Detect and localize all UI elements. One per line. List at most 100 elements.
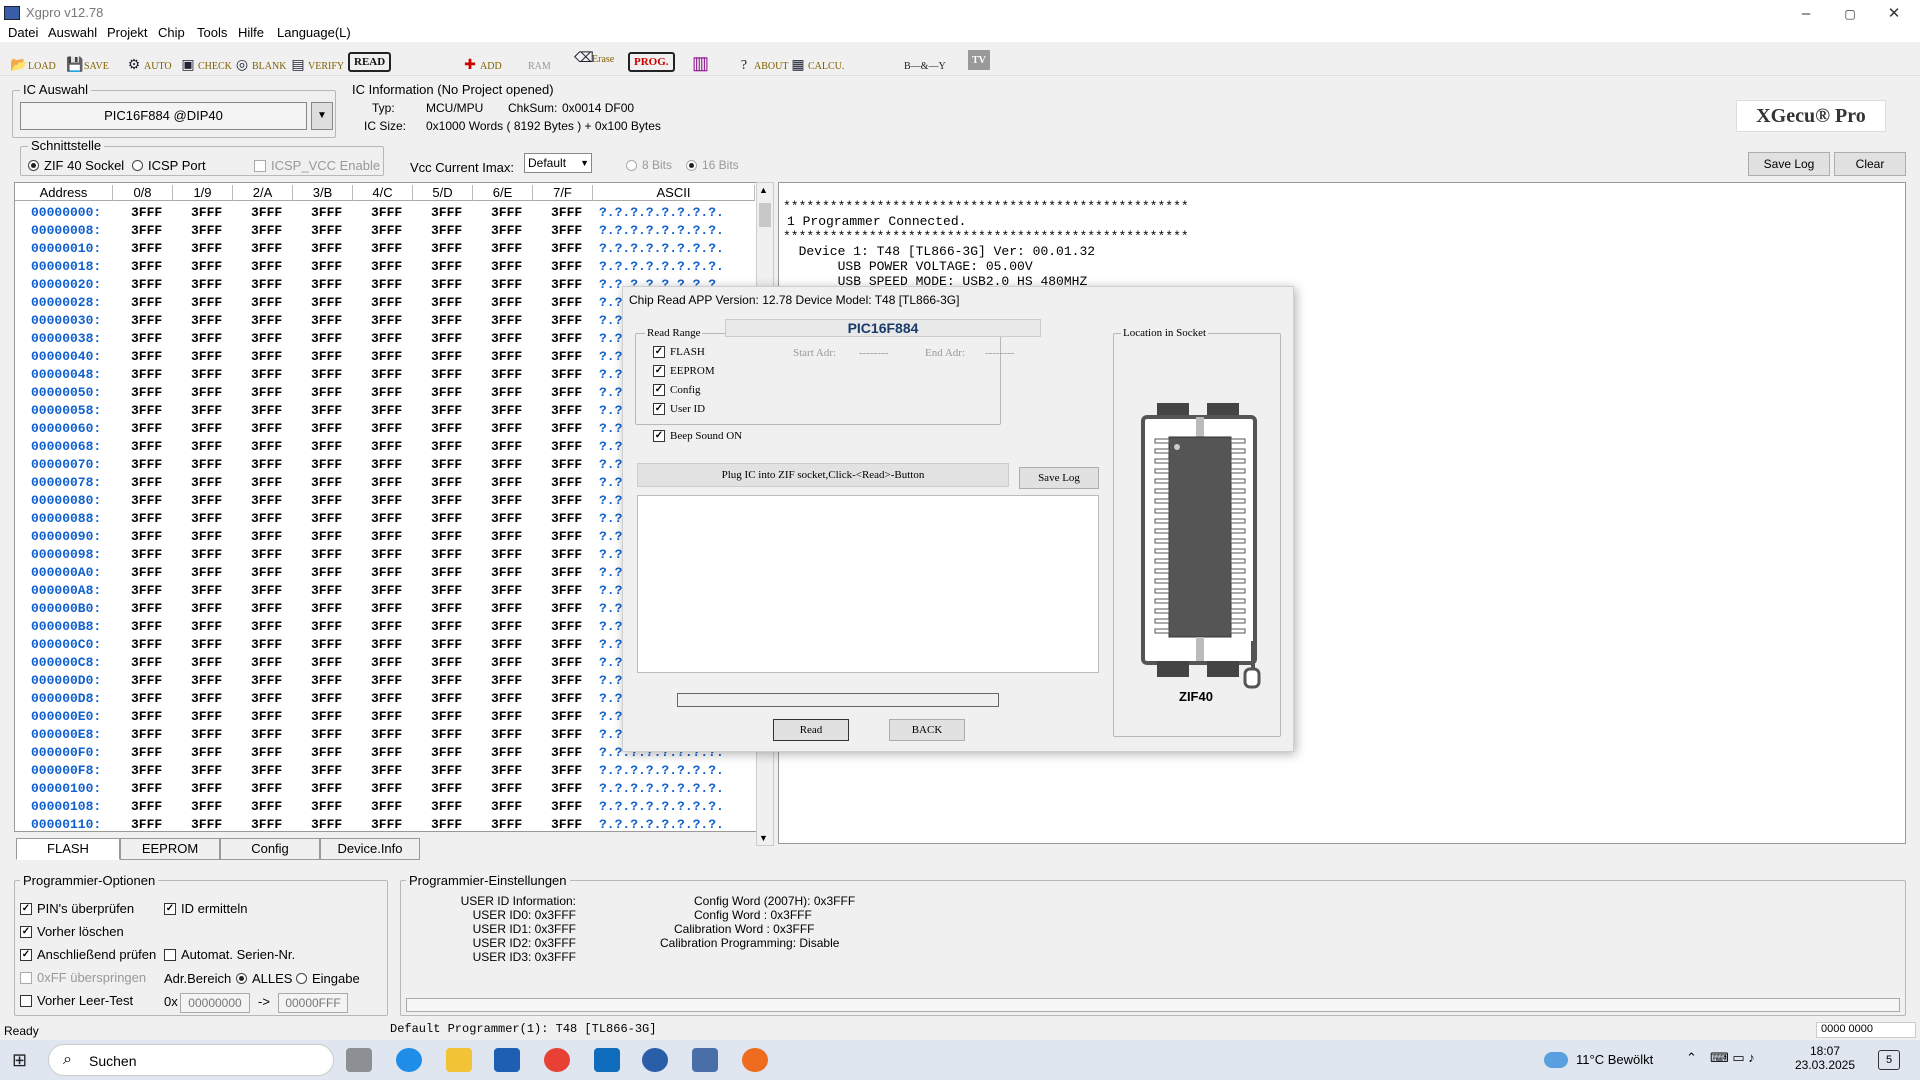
hex-cell[interactable]: 3FFF xyxy=(251,349,282,364)
hex-cell[interactable]: 3FFF xyxy=(191,331,222,346)
ic-select-dropdown[interactable]: ▼ xyxy=(311,102,333,130)
clock[interactable]: 18:07 23.03.2025 xyxy=(1790,1044,1860,1072)
hex-cell[interactable]: 3FFF xyxy=(131,421,162,436)
hex-cell[interactable]: 3FFF xyxy=(371,529,402,544)
hex-cell[interactable]: 3FFF xyxy=(431,421,462,436)
table-row[interactable]: 00000000: 3FFF 3FFF 3FFF 3FFF 3FFF 3FFF 3FFF 3FF… xyxy=(15,203,755,221)
hex-cell[interactable]: 3FFF xyxy=(491,601,522,616)
hex-cell[interactable]: 3FFF xyxy=(371,817,402,831)
hex-cell[interactable]: 3FFF xyxy=(431,493,462,508)
hex-cell[interactable]: 3FFF xyxy=(191,673,222,688)
hex-cell[interactable]: 3FFF xyxy=(311,367,342,382)
hex-cell[interactable]: 3FFF xyxy=(431,205,462,220)
read-button[interactable]: READ xyxy=(348,52,392,72)
hex-cell[interactable]: 3FFF xyxy=(491,403,522,418)
hex-cell[interactable]: 3FFF xyxy=(251,583,282,598)
dialog-save-log-button[interactable]: Save Log xyxy=(1019,467,1099,489)
save-button[interactable]: 💾 SAVE xyxy=(66,53,109,79)
hex-cell[interactable]: 3FFF xyxy=(191,727,222,742)
hex-cell[interactable]: 3FFF xyxy=(251,421,282,436)
menu-auswahl[interactable]: Auswahl xyxy=(48,25,97,40)
hex-cell[interactable]: 3FFF xyxy=(191,295,222,310)
hex-cell[interactable]: 3FFF xyxy=(371,547,402,562)
chip-button[interactable]: ▥ xyxy=(692,50,710,76)
hex-cell[interactable]: 3FFF xyxy=(251,475,282,490)
hex-cell[interactable]: 3FFF xyxy=(131,799,162,814)
hex-cell[interactable]: 3FFF xyxy=(191,277,222,292)
userid-checkbox[interactable]: ✓ User ID xyxy=(653,403,705,415)
hex-cell[interactable]: 3FFF xyxy=(191,421,222,436)
hex-cell[interactable]: 3FFF xyxy=(251,799,282,814)
hex-cell[interactable]: 3FFF xyxy=(131,511,162,526)
hex-cell[interactable]: 3FFF xyxy=(371,259,402,274)
hex-cell[interactable]: 3FFF xyxy=(491,637,522,652)
hex-cell[interactable]: 3FFF xyxy=(431,367,462,382)
hex-cell[interactable]: 3FFF xyxy=(131,331,162,346)
hex-cell[interactable]: 3FFF xyxy=(251,547,282,562)
menu-projekt[interactable]: Projekt xyxy=(107,25,147,40)
hex-cell[interactable]: 3FFF xyxy=(431,259,462,274)
hex-cell[interactable]: 3FFF xyxy=(491,565,522,580)
hex-cell[interactable]: 3FFF xyxy=(431,619,462,634)
hex-cell[interactable]: 3FFF xyxy=(191,745,222,760)
tab-config[interactable]: Config xyxy=(220,838,320,860)
eeprom-checkbox[interactable]: ✓ EEPROM xyxy=(653,365,715,377)
hex-cell[interactable]: 3FFF xyxy=(551,223,582,238)
app-orange-icon[interactable] xyxy=(742,1048,768,1072)
id-checkbox[interactable]: ✓ ID ermitteln xyxy=(164,901,247,916)
hex-cell[interactable]: 3FFF xyxy=(551,331,582,346)
hex-cell[interactable]: 3FFF xyxy=(491,529,522,544)
hex-cell[interactable]: 3FFF xyxy=(491,421,522,436)
hex-cell[interactable]: 3FFF xyxy=(551,439,582,454)
hex-cell[interactable]: 3FFF xyxy=(251,331,282,346)
hex-cell[interactable]: 3FFF xyxy=(491,367,522,382)
ram-button[interactable]: RAM xyxy=(528,53,551,79)
hex-cell[interactable]: 3FFF xyxy=(191,367,222,382)
bits16-radio[interactable]: 16 Bits xyxy=(686,158,739,172)
hex-cell[interactable]: 3FFF xyxy=(251,223,282,238)
hex-cell[interactable]: 3FFF xyxy=(431,817,462,831)
icsp-radio[interactable]: ICSP Port xyxy=(132,158,206,173)
vcc-select[interactable]: Default ▼ xyxy=(524,153,592,173)
add-button[interactable]: ✚ ADD xyxy=(462,53,502,79)
hex-cell[interactable]: 3FFF xyxy=(311,745,342,760)
hex-cell[interactable]: 3FFF xyxy=(371,493,402,508)
hex-cell[interactable]: 3FFF xyxy=(191,709,222,724)
hex-cell[interactable]: 3FFF xyxy=(251,727,282,742)
hex-cell[interactable]: 3FFF xyxy=(491,457,522,472)
hex-cell[interactable]: 3FFF xyxy=(371,673,402,688)
hex-cell[interactable]: 3FFF xyxy=(131,583,162,598)
search-box[interactable]: ⌕ Suchen xyxy=(48,1044,334,1076)
hex-cell[interactable]: 3FFF xyxy=(551,295,582,310)
chrome-icon[interactable] xyxy=(544,1048,570,1072)
hex-cell[interactable]: 3FFF xyxy=(551,763,582,778)
hex-cell[interactable]: 3FFF xyxy=(191,565,222,580)
xgpro-taskbar-icon[interactable] xyxy=(692,1048,718,1072)
icsp-vcc-checkbox[interactable]: ICSP_VCC Enable xyxy=(254,158,380,173)
about-button[interactable]: ? ABOUT xyxy=(736,53,789,79)
hex-cell[interactable]: 3FFF xyxy=(551,511,582,526)
beep-checkbox[interactable]: ✓ Beep Sound ON xyxy=(653,430,742,442)
hex-cell[interactable]: 3FFF xyxy=(431,277,462,292)
hex-cell[interactable]: 3FFF xyxy=(191,655,222,670)
prog-button[interactable]: PROG. xyxy=(628,52,675,72)
hex-cell[interactable]: 3FFF xyxy=(191,259,222,274)
hex-cell[interactable]: 3FFF xyxy=(371,421,402,436)
blank-button[interactable]: ◎ BLANK xyxy=(234,53,287,79)
hex-cell[interactable]: 3FFF xyxy=(431,349,462,364)
hex-cell[interactable]: 3FFF xyxy=(311,295,342,310)
hex-cell[interactable]: 3FFF xyxy=(551,241,582,256)
hex-cell[interactable]: 3FFF xyxy=(311,799,342,814)
alles-radio[interactable]: ALLES xyxy=(236,971,292,986)
hex-cell[interactable]: 3FFF xyxy=(491,313,522,328)
hex-cell[interactable]: 3FFF xyxy=(191,493,222,508)
tv-button[interactable]: TV xyxy=(968,50,990,70)
hex-cell[interactable]: 3FFF xyxy=(251,655,282,670)
ic-select-field[interactable]: PIC16F884 @DIP40 xyxy=(20,102,307,130)
tray-icons[interactable]: ⌨ ▭ ♪ xyxy=(1710,1050,1755,1066)
hex-cell[interactable]: 3FFF xyxy=(191,385,222,400)
hex-cell[interactable]: 3FFF xyxy=(311,277,342,292)
auto-button[interactable]: ⚙ AUTO xyxy=(126,53,172,79)
tab-flash[interactable]: FLASH xyxy=(16,838,120,860)
hex-cell[interactable]: 3FFF xyxy=(551,601,582,616)
